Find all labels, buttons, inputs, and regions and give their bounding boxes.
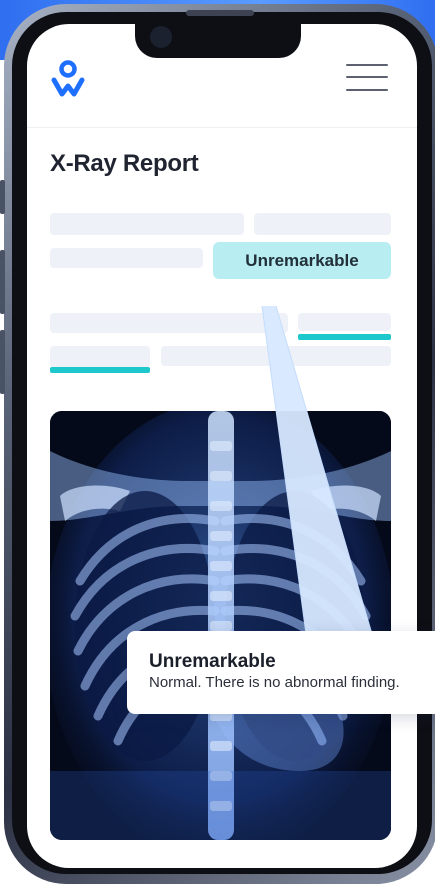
speaker-grille [186,10,254,16]
tooltip-title: Unremarkable [149,651,276,672]
tooltip-description: Normal. There is no abnormal finding. [149,674,400,691]
accent-underline [298,334,391,340]
mute-switch [0,180,5,214]
volume-down-button [0,330,5,394]
placeholder-line [254,213,391,235]
result-badge[interactable]: Unremarkable [213,242,391,279]
placeholder-line [50,346,150,368]
result-tooltip: Unremarkable Normal. There is no abnorma… [127,631,435,714]
placeholder-line [50,248,203,268]
placeholder-line [50,313,288,333]
accent-underline [50,367,150,373]
volume-up-button [0,250,5,314]
placeholder-line [161,346,391,366]
placeholder-line [50,213,244,235]
placeholder-line [298,313,391,331]
chest-xray-image [50,411,391,840]
page-title: X-Ray Report [50,150,199,177]
person-logo-icon[interactable] [50,60,86,98]
hamburger-menu-icon[interactable] [346,62,388,92]
front-camera [150,26,172,48]
